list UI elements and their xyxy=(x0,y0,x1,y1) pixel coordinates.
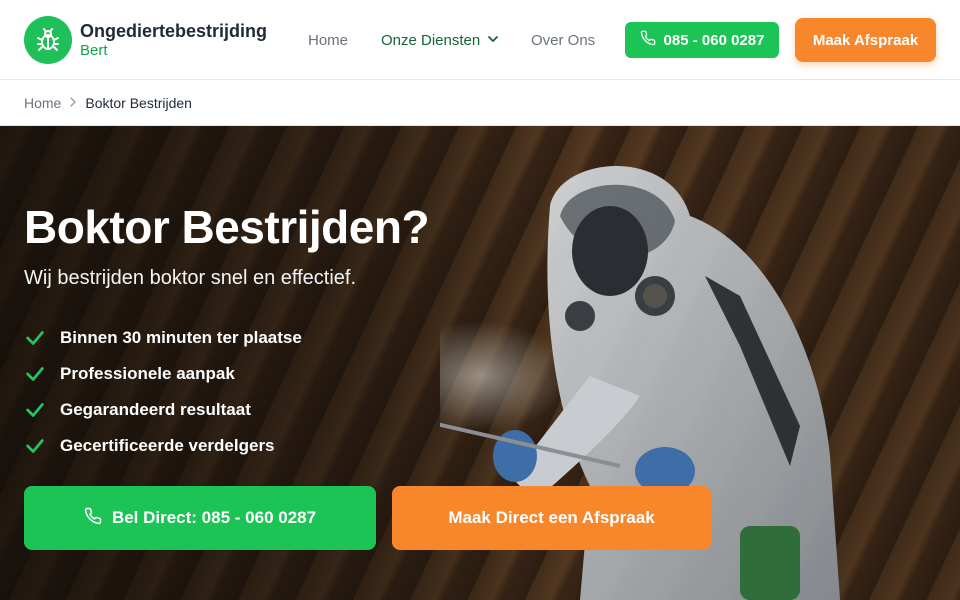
phone-icon xyxy=(84,507,102,530)
feature-list: Binnen 30 minuten ter plaatse Profession… xyxy=(24,320,302,464)
feature-item: Gecertificeerde verdelgers xyxy=(24,428,302,464)
check-icon xyxy=(24,399,48,421)
header-appointment-button[interactable]: Maak Afspraak xyxy=(795,18,936,62)
nav-services[interactable]: Onze Diensten xyxy=(381,0,499,80)
feature-label: Gegarandeerd resultaat xyxy=(60,400,251,419)
nav-services-label: Onze Diensten xyxy=(381,31,481,49)
phone-icon xyxy=(640,30,656,50)
header-phone-label: 085 - 060 0287 xyxy=(663,31,765,49)
feature-item: Gegarandeerd resultaat xyxy=(24,392,302,428)
breadcrumb: Home Boktor Bestrijden xyxy=(0,81,960,126)
check-icon xyxy=(24,435,48,457)
nav-home[interactable]: Home xyxy=(308,0,348,80)
site-header: Ongediertebestrijding Bert Home Onze Die… xyxy=(0,0,960,80)
call-now-button[interactable]: Bel Direct: 085 - 060 0287 xyxy=(24,486,376,550)
make-appointment-button[interactable]: Maak Direct een Afspraak xyxy=(392,486,711,550)
check-icon xyxy=(24,327,48,349)
breadcrumb-current: Boktor Bestrijden xyxy=(85,95,192,111)
chevron-right-icon xyxy=(69,96,77,110)
bug-icon xyxy=(24,16,72,64)
logo[interactable]: Ongediertebestrijding Bert xyxy=(24,16,267,64)
logo-text: Ongediertebestrijding Bert xyxy=(80,22,267,58)
brand-name: Ongediertebestrijding xyxy=(80,21,268,41)
feature-label: Professionele aanpak xyxy=(60,364,235,383)
chevron-down-icon xyxy=(487,32,499,49)
call-now-label: Bel Direct: 085 - 060 0287 xyxy=(111,508,317,527)
breadcrumb-home[interactable]: Home xyxy=(24,95,61,111)
feature-item: Binnen 30 minuten ter plaatse xyxy=(24,320,302,356)
hero-title: Boktor Bestrijden? xyxy=(24,201,430,253)
hero-section: Boktor Bestrijden? Wij bestrijden boktor… xyxy=(0,126,960,600)
hero-subtitle: Wij bestrijden boktor snel en effectief. xyxy=(24,267,357,289)
feature-label: Gecertificeerde verdelgers xyxy=(60,436,275,455)
feature-label: Binnen 30 minuten ter plaatse xyxy=(60,328,302,347)
check-icon xyxy=(24,363,48,385)
header-phone-button[interactable]: 085 - 060 0287 xyxy=(625,22,779,58)
brand-sub: Bert xyxy=(80,42,108,59)
feature-item: Professionele aanpak xyxy=(24,356,302,392)
nav-about[interactable]: Over Ons xyxy=(531,0,595,80)
